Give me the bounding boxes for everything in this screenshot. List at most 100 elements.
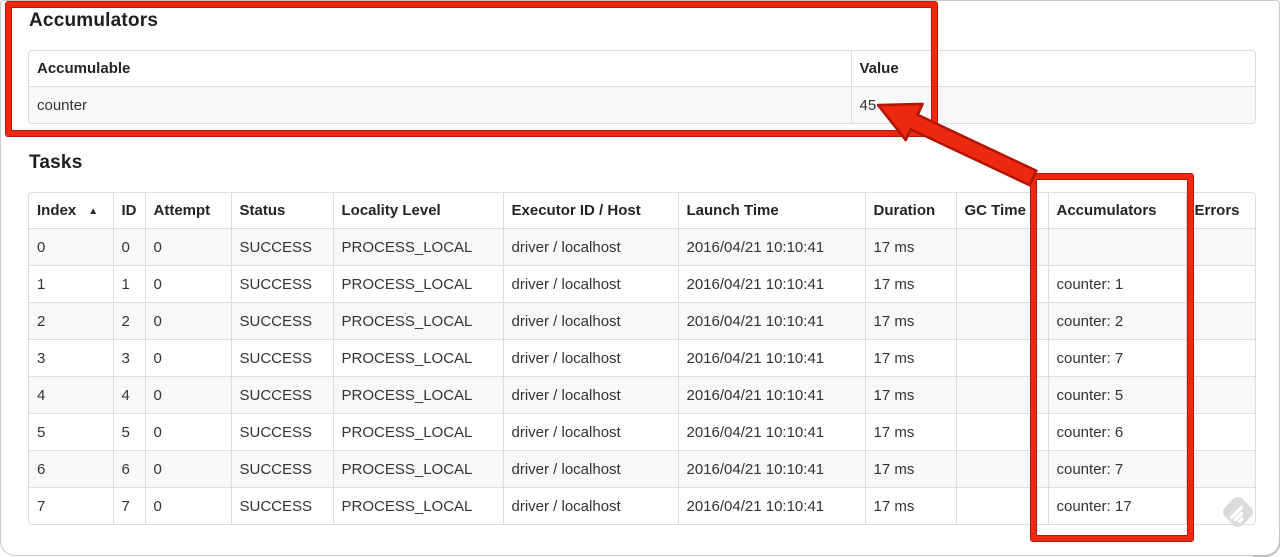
cell-duration: 17 ms	[864, 450, 956, 488]
table-row: 5 5 0 SUCCESS PROCESS_LOCAL driver / localhos…	[29, 413, 1255, 451]
cell-errors	[1185, 265, 1255, 303]
column-header-duration[interactable]: Duration	[864, 193, 956, 229]
cell-duration: 17 ms	[864, 228, 956, 266]
column-header-status[interactable]: Status	[230, 193, 333, 229]
table-row: 2 2 0 SUCCESS PROCESS_LOCAL driver / localhos…	[29, 302, 1255, 340]
cell-launch-time: 2016/04/21 10:10:41	[677, 228, 865, 266]
cell-attempt: 0	[144, 339, 231, 377]
cell-duration: 17 ms	[864, 302, 956, 340]
feedly-watermark-icon	[1223, 497, 1253, 527]
cell-index: 5	[29, 413, 113, 451]
cell-accumulators	[1047, 228, 1186, 266]
cell-index: 2	[29, 302, 113, 340]
cell-index: 3	[29, 339, 113, 377]
cell-locality-level: PROCESS_LOCAL	[332, 302, 503, 340]
cell-executor-id-host: driver / localhost	[502, 302, 678, 340]
cell-attempt: 0	[144, 228, 231, 266]
cell-attempt: 0	[144, 450, 231, 488]
column-header-attempt[interactable]: Attempt	[144, 193, 231, 229]
page-corner-decoration	[1253, 533, 1280, 557]
table-row: 3 3 0 SUCCESS PROCESS_LOCAL driver / localhos…	[29, 339, 1255, 377]
cell-locality-level: PROCESS_LOCAL	[332, 339, 503, 377]
cell-id: 4	[112, 376, 145, 414]
table-row: 7 7 0 SUCCESS PROCESS_LOCAL driver / localhos…	[29, 487, 1255, 524]
cell-gc-time	[955, 302, 1048, 340]
cell-accumulators: counter: 1	[1047, 265, 1186, 303]
cell-accumulators: counter: 7	[1047, 339, 1186, 377]
cell-accumulable: counter	[29, 86, 851, 123]
cell-duration: 17 ms	[864, 265, 956, 303]
column-header-accumulators[interactable]: Accumulators	[1047, 193, 1186, 229]
cell-duration: 17 ms	[864, 339, 956, 377]
cell-locality-level: PROCESS_LOCAL	[332, 413, 503, 451]
cell-locality-level: PROCESS_LOCAL	[332, 265, 503, 303]
cell-executor-id-host: driver / localhost	[502, 450, 678, 488]
table-header-row: Index ▲ ID Attempt Status Locality Level Execu…	[29, 193, 1255, 229]
cell-accumulators: counter: 6	[1047, 413, 1186, 451]
cell-accumulators: counter: 5	[1047, 376, 1186, 414]
table-row: 6 6 0 SUCCESS PROCESS_LOCAL driver / localhos…	[29, 450, 1255, 488]
cell-id: 1	[112, 265, 145, 303]
cell-id: 2	[112, 302, 145, 340]
spark-ui-stage-page: Accumulators Accumulable Value counter 45 T…	[0, 0, 1280, 557]
cell-status: SUCCESS	[230, 265, 333, 303]
cell-errors	[1185, 450, 1255, 488]
cell-status: SUCCESS	[230, 339, 333, 377]
column-header-accumulable: Accumulable	[37, 60, 131, 77]
sort-ascending-icon: ▲	[88, 206, 99, 217]
cell-value: 45	[850, 86, 1255, 123]
cell-attempt: 0	[144, 265, 231, 303]
cell-accumulators: counter: 7	[1047, 450, 1186, 488]
cell-id: 5	[112, 413, 145, 451]
cell-locality-level: PROCESS_LOCAL	[332, 487, 503, 524]
cell-status: SUCCESS	[230, 302, 333, 340]
cell-gc-time	[955, 376, 1048, 414]
cell-executor-id-host: driver / localhost	[502, 376, 678, 414]
column-header-value: Value	[850, 51, 1255, 87]
cell-attempt: 0	[144, 376, 231, 414]
table-row: 1 1 0 SUCCESS PROCESS_LOCAL driver / localhos…	[29, 265, 1255, 303]
column-header-errors[interactable]: Errors	[1185, 193, 1255, 229]
cell-status: SUCCESS	[230, 413, 333, 451]
cell-index: 4	[29, 376, 113, 414]
cell-index: 0	[29, 228, 113, 266]
table-header-row: Accumulable Value	[29, 51, 1255, 87]
cell-id: 3	[112, 339, 145, 377]
cell-launch-time: 2016/04/21 10:10:41	[677, 413, 865, 451]
table-row: 4 4 0 SUCCESS PROCESS_LOCAL driver / localhos…	[29, 376, 1255, 414]
column-header-index[interactable]: Index ▲	[29, 193, 113, 229]
cell-duration: 17 ms	[864, 376, 956, 414]
table-row: 0 0 0 SUCCESS PROCESS_LOCAL driver / localhos…	[29, 228, 1255, 266]
cell-status: SUCCESS	[230, 487, 333, 524]
cell-attempt: 0	[144, 302, 231, 340]
cell-status: SUCCESS	[230, 376, 333, 414]
column-header-id[interactable]: ID	[112, 193, 145, 229]
cell-id: 6	[112, 450, 145, 488]
accumulators-section-title: Accumulators	[29, 10, 159, 31]
cell-launch-time: 2016/04/21 10:10:41	[677, 302, 865, 340]
column-header-gc-time[interactable]: GC Time	[955, 193, 1048, 229]
column-header-executor-id-host[interactable]: Executor ID / Host	[502, 193, 678, 229]
cell-launch-time: 2016/04/21 10:10:41	[677, 339, 865, 377]
cell-gc-time	[955, 339, 1048, 377]
cell-accumulators: counter: 2	[1047, 302, 1186, 340]
cell-attempt: 0	[144, 487, 231, 524]
column-header-launch-time[interactable]: Launch Time	[677, 193, 865, 229]
cell-launch-time: 2016/04/21 10:10:41	[677, 265, 865, 303]
cell-launch-time: 2016/04/21 10:10:41	[677, 487, 865, 524]
cell-locality-level: PROCESS_LOCAL	[332, 450, 503, 488]
cell-locality-level: PROCESS_LOCAL	[332, 376, 503, 414]
cell-executor-id-host: driver / localhost	[502, 413, 678, 451]
cell-errors	[1185, 376, 1255, 414]
column-header-locality-level[interactable]: Locality Level	[332, 193, 503, 229]
cell-errors	[1185, 339, 1255, 377]
cell-gc-time	[955, 265, 1048, 303]
cell-duration: 17 ms	[864, 413, 956, 451]
cell-errors	[1185, 228, 1255, 266]
cell-index: 1	[29, 265, 113, 303]
accumulable-table: Accumulable Value counter 45	[28, 50, 1256, 124]
cell-executor-id-host: driver / localhost	[502, 339, 678, 377]
cell-status: SUCCESS	[230, 228, 333, 266]
cell-locality-level: PROCESS_LOCAL	[332, 228, 503, 266]
tasks-section-title: Tasks	[29, 152, 83, 173]
